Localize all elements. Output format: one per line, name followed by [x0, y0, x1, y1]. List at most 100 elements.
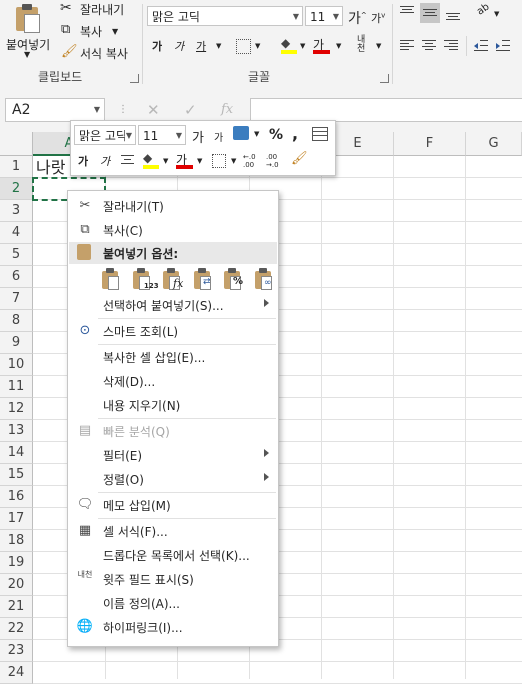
menu-item-delete[interactable]: 삭제(D)... — [68, 369, 278, 393]
row-header-17[interactable]: 17 — [0, 508, 33, 530]
mini-fill-color-icon[interactable]: ◆ — [143, 151, 159, 169]
menu-item-cut[interactable]: ✂ 잘라내기(T) — [68, 194, 278, 218]
row-header-1[interactable]: 1 — [0, 156, 33, 178]
decrease-decimal-button[interactable]: .00 →.0 — [266, 153, 286, 169]
orientation-dropdown-icon[interactable]: ▼ — [494, 10, 499, 18]
mini-border-icon[interactable] — [212, 154, 226, 168]
paste-option-formatting[interactable]: % — [221, 267, 245, 291]
chevron-down-icon[interactable]: ▼ — [94, 99, 100, 121]
format-painter-button[interactable]: 서식 복사 — [80, 45, 128, 62]
row-header-23[interactable]: 23 — [0, 640, 33, 662]
insert-function-button[interactable]: fx — [221, 102, 233, 117]
row-header-3[interactable]: 3 — [0, 200, 33, 222]
mini-format-painter-icon[interactable]: 🖌 — [291, 151, 308, 166]
select-all-corner[interactable] — [0, 132, 33, 156]
row-header-20[interactable]: 20 — [0, 574, 33, 596]
menu-item-phonetic[interactable]: 내천 윗주 필드 표시(S) — [68, 567, 278, 591]
comma-button[interactable]: , — [292, 124, 298, 143]
menu-item-copy[interactable]: ⧉ 복사(C) — [68, 218, 278, 242]
mini-font-size-select[interactable]: 11 ▼ — [138, 125, 186, 145]
mini-border-dropdown-icon[interactable]: ▼ — [231, 157, 236, 165]
clipboard-launcher-icon[interactable] — [130, 74, 139, 83]
font-size-select[interactable]: 11 ▼ — [305, 6, 343, 26]
underline-dropdown-icon[interactable]: ▼ — [216, 42, 221, 50]
menu-item-smart-lookup[interactable]: ⊙ 스마트 조회(L) — [68, 319, 278, 343]
italic-button[interactable]: 가 — [174, 38, 184, 54]
mini-italic-button[interactable]: 가 — [100, 153, 110, 169]
row-header-5[interactable]: 5 — [0, 244, 33, 266]
phonetic-dropdown-icon[interactable]: ▼ — [376, 42, 381, 50]
paste-icon[interactable] — [14, 3, 42, 33]
font-color-icon[interactable]: 가 — [313, 36, 331, 54]
menu-item-paste-special[interactable]: 선택하여 붙여넣기(S)... — [68, 293, 278, 317]
font-launcher-icon[interactable] — [380, 74, 389, 83]
phonetic-button[interactable]: 내천 — [357, 36, 373, 54]
paste-option-link[interactable]: ∞ — [252, 267, 276, 291]
increase-decimal-button[interactable]: ←.0 .00 — [243, 153, 263, 169]
accounting-format-icon[interactable] — [233, 126, 249, 140]
border-icon[interactable] — [236, 39, 251, 54]
row-header-9[interactable]: 9 — [0, 332, 33, 354]
mini-font-name-select[interactable]: 맑은 고딕 ▼ — [74, 125, 136, 145]
fill-dropdown-icon[interactable]: ▼ — [300, 42, 305, 50]
row-header-21[interactable]: 21 — [0, 596, 33, 618]
row-header-10[interactable]: 10 — [0, 354, 33, 376]
row-header-15[interactable]: 15 — [0, 464, 33, 486]
enter-button[interactable]: ✓ — [184, 101, 197, 119]
format-painter-icon[interactable]: 🖌 — [61, 44, 78, 59]
row-header-19[interactable]: 19 — [0, 552, 33, 574]
font-name-select[interactable]: 맑은 고딕 ▼ — [147, 6, 303, 26]
underline-button[interactable]: 가 — [196, 38, 206, 54]
column-header-f[interactable]: F — [394, 132, 466, 156]
mini-align-center-icon[interactable] — [121, 155, 134, 166]
accounting-dropdown-icon[interactable]: ▼ — [254, 130, 259, 138]
row-header-12[interactable]: 12 — [0, 398, 33, 420]
border-dropdown-icon[interactable]: ▼ — [255, 42, 260, 50]
menu-item-sort[interactable]: 정렬(O) — [68, 467, 278, 491]
format-table-icon[interactable] — [312, 127, 328, 141]
fill-color-icon[interactable]: ◆ — [281, 36, 297, 54]
row-header-7[interactable]: 7 — [0, 288, 33, 310]
paste-dropdown-icon[interactable]: ▼ — [24, 50, 30, 59]
increase-indent-icon[interactable] — [496, 40, 510, 52]
copy-button[interactable]: 복사 — [80, 23, 102, 40]
paste-option-transpose[interactable]: ⇄ — [191, 267, 215, 291]
align-center-icon[interactable] — [422, 40, 436, 52]
cut-icon[interactable]: ✂ — [60, 0, 72, 16]
mini-shrink-font-button[interactable]: 가 — [214, 129, 223, 144]
align-right-icon[interactable] — [444, 40, 458, 52]
row-header-11[interactable]: 11 — [0, 376, 33, 398]
row-header-18[interactable]: 18 — [0, 530, 33, 552]
mini-font-color-icon[interactable]: 가 — [176, 151, 194, 169]
menu-item-insert-comment[interactable]: 🗨 메모 삽입(M) — [68, 493, 278, 517]
row-header-24[interactable]: 24 — [0, 662, 33, 684]
menu-item-insert-copied-cells[interactable]: 복사한 셀 삽입(E)... — [68, 345, 278, 369]
align-top-icon[interactable] — [400, 6, 414, 20]
shrink-font-button[interactable]: 가v — [371, 10, 385, 26]
mini-bold-button[interactable]: 가 — [78, 153, 88, 169]
menu-item-define-name[interactable]: 이름 정의(A)... — [68, 591, 278, 615]
percent-button[interactable]: % — [269, 127, 283, 143]
paste-option-values[interactable]: 123 — [130, 267, 159, 291]
menu-item-clear-contents[interactable]: 내용 지우기(N) — [68, 393, 278, 417]
menu-item-pick-from-list[interactable]: 드롭다운 목록에서 선택(K)... — [68, 543, 278, 567]
align-left-icon[interactable] — [400, 40, 414, 52]
row-header-14[interactable]: 14 — [0, 442, 33, 464]
align-middle-icon[interactable] — [420, 3, 440, 23]
mini-grow-font-button[interactable]: 가 — [192, 127, 204, 146]
row-header-6[interactable]: 6 — [0, 266, 33, 288]
orientation-button[interactable]: ab — [475, 1, 492, 17]
column-header-g[interactable]: G — [466, 132, 522, 156]
copy-icon[interactable]: ⧉ — [61, 22, 70, 37]
row-header-22[interactable]: 22 — [0, 618, 33, 640]
align-bottom-icon[interactable] — [446, 6, 460, 20]
grow-font-button[interactable]: 가^ — [348, 8, 367, 28]
cut-button[interactable]: 잘라내기 — [80, 1, 124, 18]
row-header-2[interactable]: 2 — [0, 178, 33, 200]
row-header-8[interactable]: 8 — [0, 310, 33, 332]
mini-font-color-dropdown-icon[interactable]: ▼ — [197, 157, 202, 165]
bold-button[interactable]: 가 — [152, 38, 162, 54]
menu-item-hyperlink[interactable]: 🌐 하이퍼링크(I)... — [68, 615, 278, 639]
decrease-indent-icon[interactable] — [474, 40, 488, 52]
paste-option-paste[interactable] — [99, 267, 123, 291]
